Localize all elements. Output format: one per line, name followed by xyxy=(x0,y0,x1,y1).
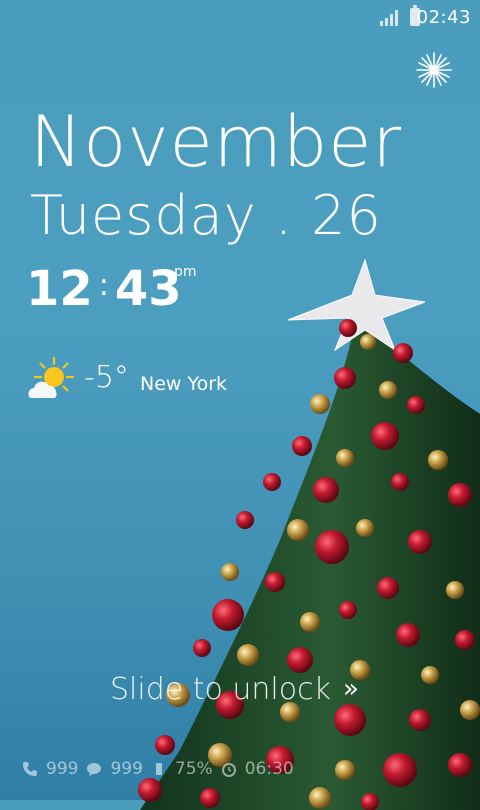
christmas-tree-image xyxy=(138,258,480,810)
temperature: -5° xyxy=(84,360,129,395)
clock-separator: : xyxy=(98,268,109,303)
slide-to-unlock[interactable]: Slide to unlock xyxy=(110,672,331,707)
battery-percent-icon xyxy=(155,763,162,775)
alarm-icon xyxy=(221,763,236,777)
clock-hours: 12 xyxy=(26,261,93,317)
day-date-label: Tuesday . 26 xyxy=(30,184,382,247)
sparkle-icon xyxy=(416,52,452,88)
clock-ampm: pm xyxy=(174,264,197,280)
message-icon xyxy=(87,763,102,776)
clock: 12:43 xyxy=(26,256,182,319)
unread-messages-count: 999 xyxy=(110,759,143,779)
notification-bar: 999 999 75% 06:30 xyxy=(22,756,294,782)
sun-cloud-icon xyxy=(28,356,75,398)
status-bar: 02:43 xyxy=(0,0,480,36)
battery-percent: 75% xyxy=(174,759,213,779)
unlock-arrow-icon[interactable]: » xyxy=(343,674,359,704)
status-time: 02:43 xyxy=(416,7,471,28)
phone-icon xyxy=(23,762,37,776)
city-name: New York xyxy=(140,373,228,395)
month-label: November xyxy=(30,101,403,183)
signal-icon xyxy=(380,10,398,26)
missed-calls-count: 999 xyxy=(46,759,79,779)
clock-minutes: 43 xyxy=(114,261,182,317)
alarm-time: 06:30 xyxy=(244,759,294,779)
